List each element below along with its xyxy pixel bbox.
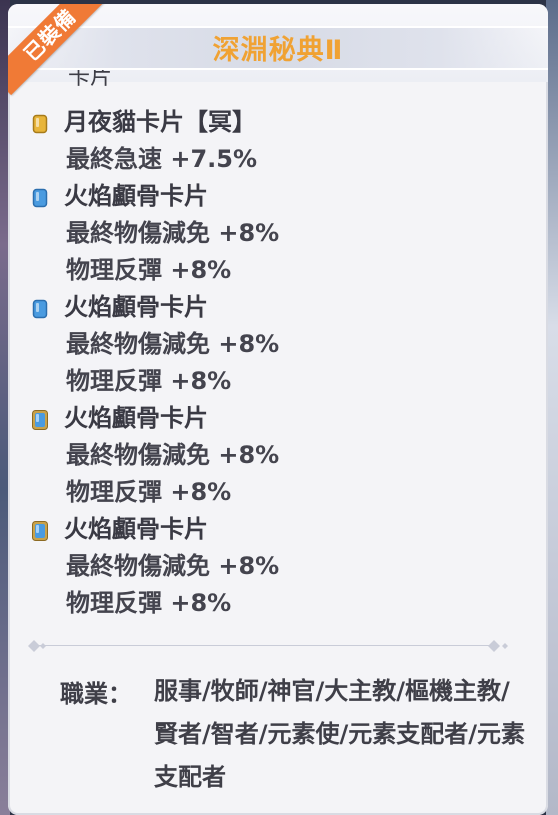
item-tooltip-panel: 深淵秘典Ⅱ 已裝備 卡片 月夜貓卡片【冥】 最終急速 +7.5% 火焰顱骨卡片 最終物…: [8, 4, 548, 815]
blue-card-gold-frame-icon: [32, 410, 48, 430]
card-list: 月夜貓卡片【冥】 最終急速 +7.5% 火焰顱骨卡片 最終物傷減免 +8% 物理反彈 +…: [8, 104, 548, 622]
card-row: 火焰顱骨卡片: [8, 178, 548, 215]
card-name: 火焰顱骨卡片: [64, 404, 208, 432]
card-stat: 物理反彈 +8%: [66, 589, 232, 617]
card-stat: 最終物傷減免 +8%: [66, 552, 280, 580]
card-name: 火焰顱骨卡片: [64, 515, 208, 543]
card-entry: 火焰顱骨卡片最終物傷減免 +8% 物理反彈 +8%: [8, 289, 548, 400]
card-name: 火焰顱骨卡片: [64, 182, 208, 210]
card-stat: 最終物傷減免 +8%: [66, 441, 280, 469]
card-entry: 月夜貓卡片【冥】 最終急速 +7.5%: [8, 104, 548, 178]
card-stat: 最終物傷減免 +8%: [66, 330, 280, 358]
card-name: 月夜貓卡片【冥】: [64, 108, 256, 136]
item-title: 深淵秘典Ⅱ: [212, 35, 344, 66]
job-label: 職業：: [60, 680, 132, 708]
card-stat: 物理反彈 +8%: [66, 478, 232, 506]
card-stat: 物理反彈 +8%: [66, 256, 232, 284]
divider-line: [38, 645, 492, 646]
card-stat: 物理反彈 +8%: [66, 367, 232, 395]
card-row: 火焰顱骨卡片: [8, 400, 548, 437]
blue-card-icon: [32, 299, 48, 319]
blue-card-gold-frame-icon: [32, 521, 48, 541]
job-list: 服事/牧師/神官/大主教/樞機主教/賢者/智者/元素使/元素支配者/元素支配者: [154, 677, 526, 791]
card-entry: 火焰顱骨卡片最終物傷減免 +8% 物理反彈 +8%: [8, 511, 548, 622]
card-stat: 最終急速 +7.5%: [66, 145, 258, 173]
gold-card-icon: [32, 114, 48, 134]
card-name: 火焰顱骨卡片: [64, 293, 208, 321]
blue-card-icon: [32, 188, 48, 208]
divider: [18, 640, 536, 652]
card-entry: 火焰顱骨卡片最終物傷減免 +8% 物理反彈 +8%: [8, 400, 548, 511]
partial-text: 卡片: [68, 70, 113, 86]
card-stat: 最終物傷減免 +8%: [66, 219, 280, 247]
divider-ornament: [28, 640, 508, 652]
card-row: 火焰顱骨卡片: [8, 289, 548, 326]
card-row: 火焰顱骨卡片: [8, 511, 548, 548]
card-entry: 火焰顱骨卡片最終物傷減免 +8% 物理反彈 +8%: [8, 178, 548, 289]
card-row: 月夜貓卡片【冥】: [8, 104, 548, 141]
